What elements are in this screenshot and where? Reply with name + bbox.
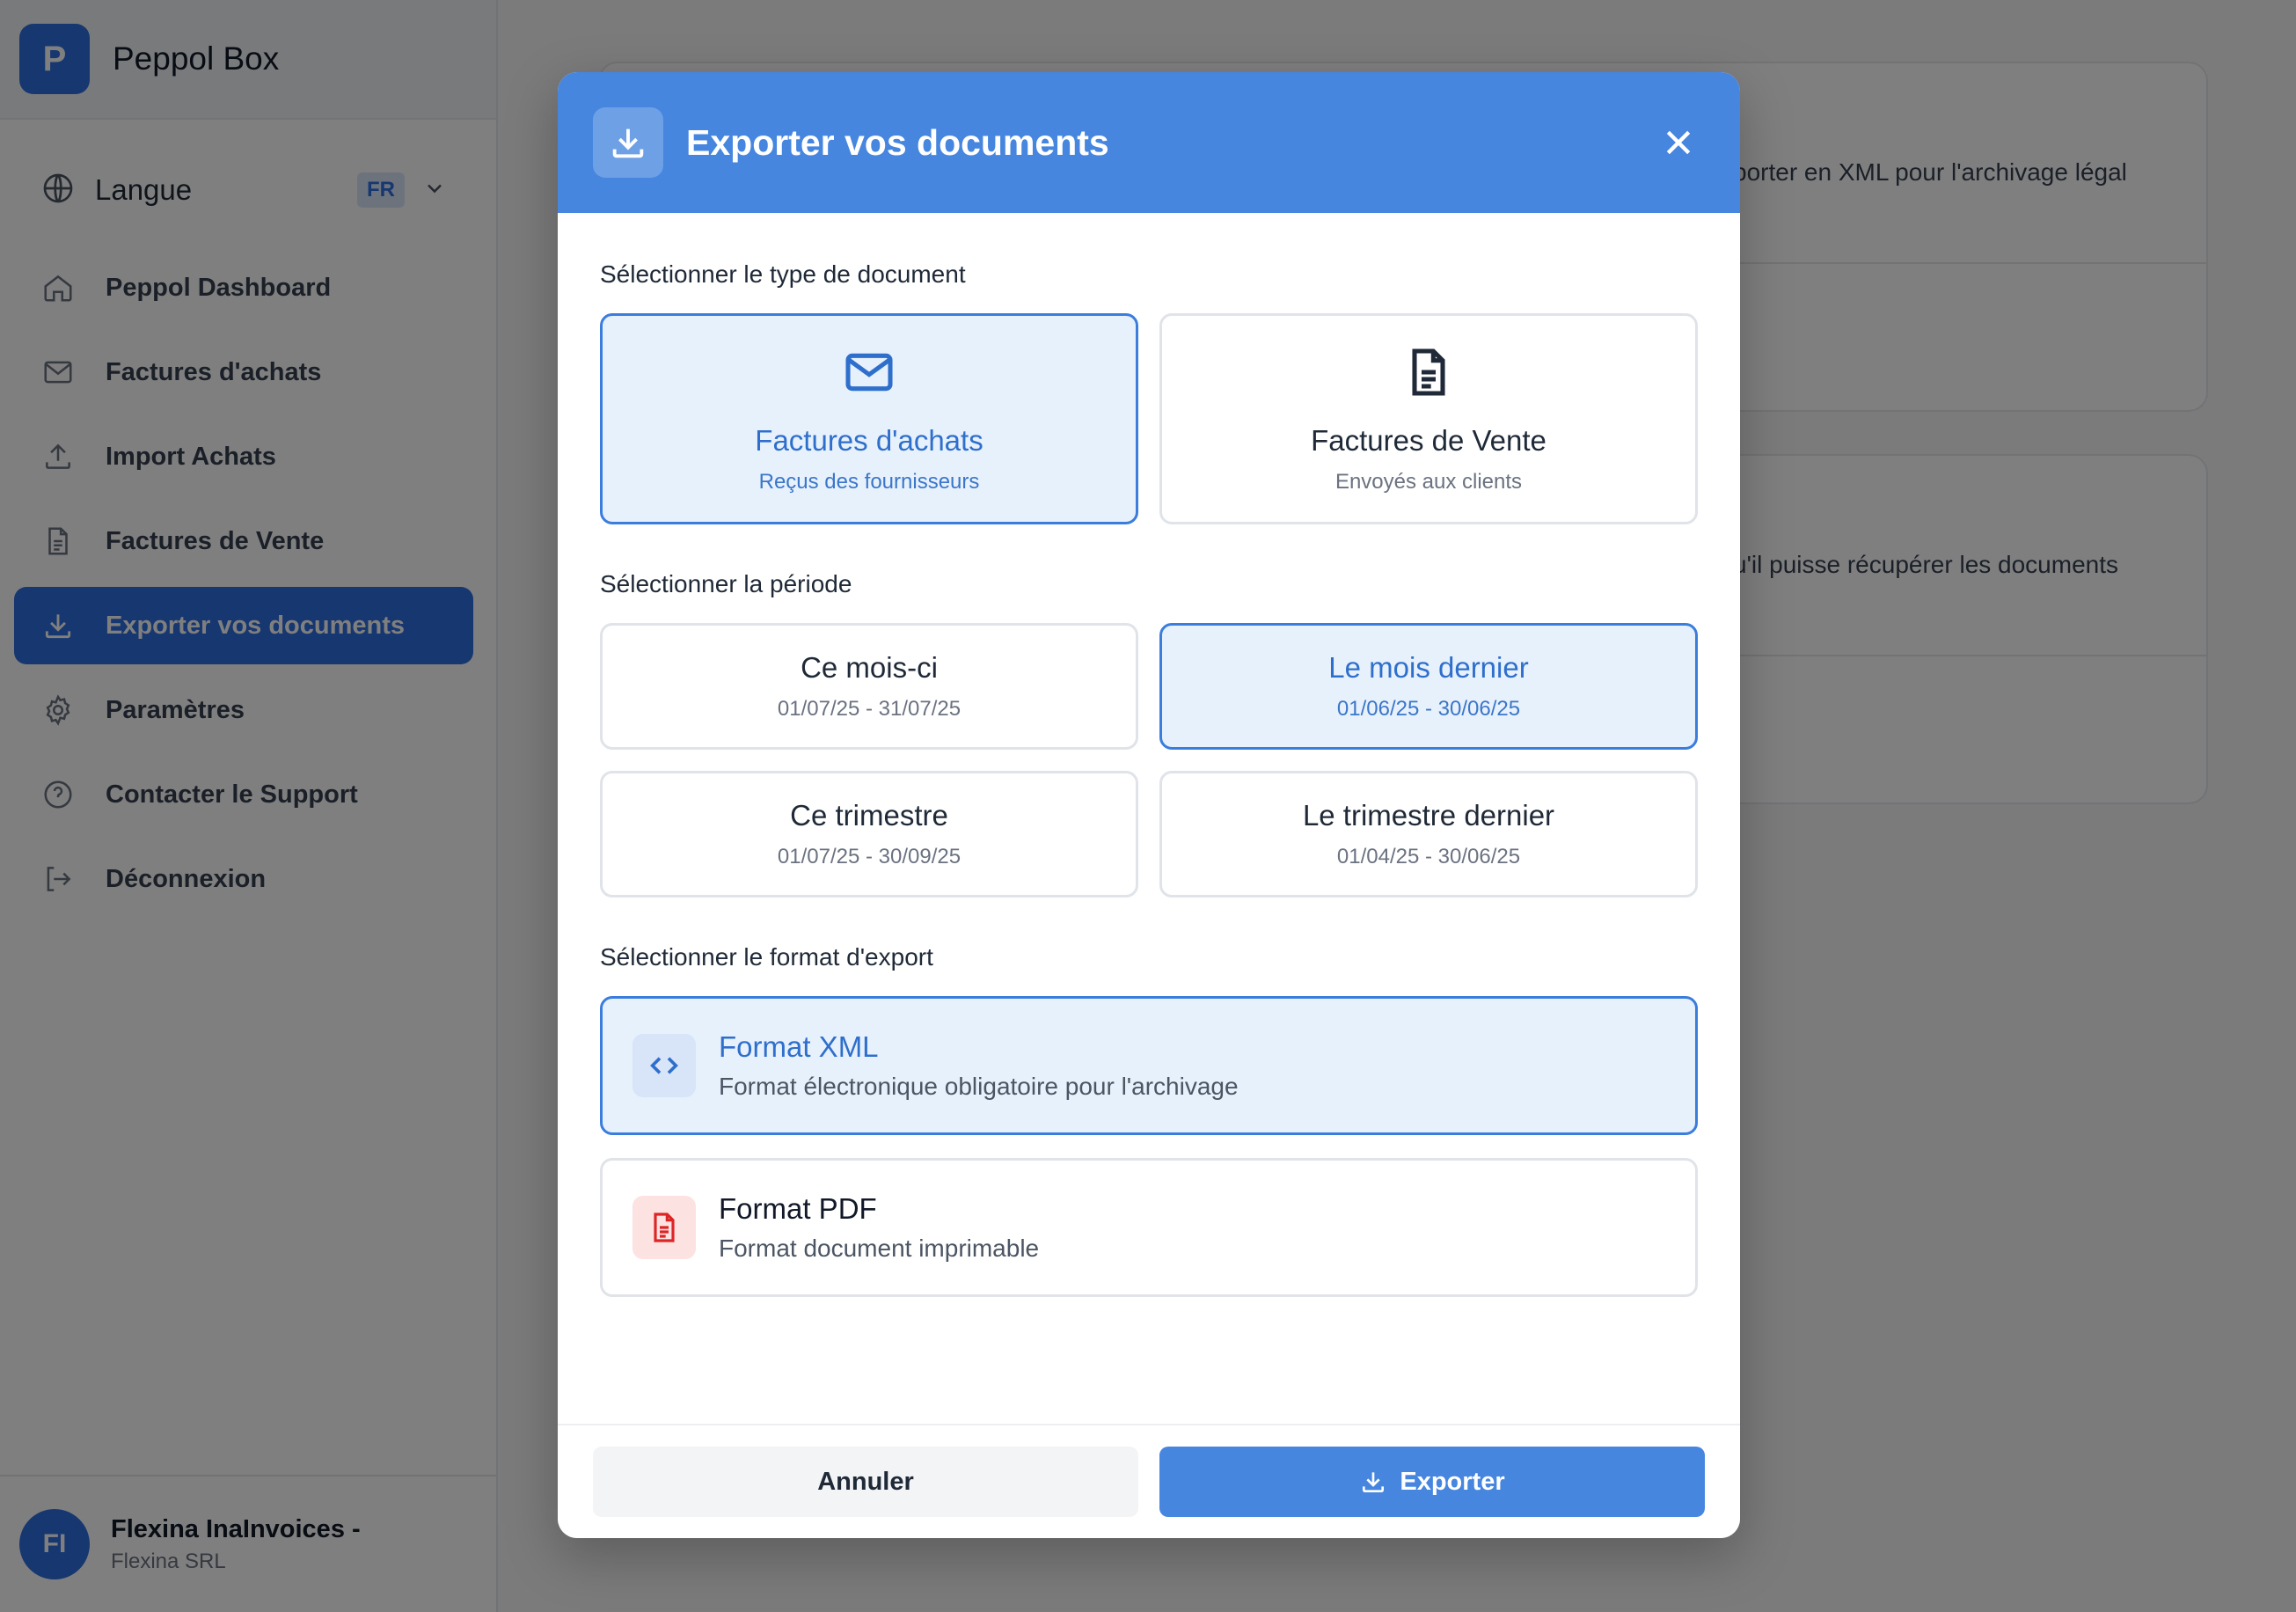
option-subtitle: Reçus des fournisseurs: [758, 469, 980, 494]
format-xml[interactable]: Format XML Format électronique obligatoi…: [600, 996, 1698, 1135]
format-pdf[interactable]: Format PDF Format document imprimable: [600, 1158, 1698, 1297]
option-date-range: 01/07/25 - 30/09/25: [777, 845, 962, 868]
option-title: Factures d'achats: [755, 423, 983, 457]
pdf-file-icon: [632, 1196, 696, 1259]
period-this-month[interactable]: Ce mois-ci 01/07/25 - 31/07/25: [600, 623, 1138, 750]
export-button-label: Exporter: [1400, 1467, 1505, 1496]
option-date-range: 01/07/25 - 31/07/25: [777, 697, 962, 721]
close-button[interactable]: [1659, 123, 1698, 162]
download-icon: [593, 107, 663, 178]
format-title: Format XML: [719, 1030, 879, 1063]
modal-header: Exporter vos documents: [558, 72, 1740, 213]
period-label: Sélectionner la période: [600, 570, 852, 597]
format-description: Format électronique obligatoire pour l'a…: [719, 1073, 1239, 1100]
period-last-month[interactable]: Le mois dernier 01/06/25 - 30/06/25: [1159, 623, 1698, 750]
option-date-range: 01/06/25 - 30/06/25: [1336, 697, 1521, 721]
modal-footer: Annuler Exporter: [558, 1424, 1740, 1538]
export-modal: Exporter vos documents Sélectionner le t…: [558, 72, 1740, 1538]
option-title: Ce trimestre: [790, 799, 948, 832]
doc-type-label: Sélectionner le type de document: [600, 260, 966, 288]
period-this-quarter[interactable]: Ce trimestre 01/07/25 - 30/09/25: [600, 771, 1138, 898]
format-text: Format PDF Format document imprimable: [719, 1192, 1039, 1263]
cancel-button-label: Annuler: [817, 1467, 914, 1496]
doc-type-purchase-invoices[interactable]: Factures d'achats Reçus des fournisseurs: [600, 313, 1138, 524]
option-title: Le trimestre dernier: [1302, 799, 1555, 832]
document-icon: [1400, 344, 1457, 405]
download-icon: [1359, 1468, 1387, 1496]
option-title: Ce mois-ci: [801, 651, 938, 684]
option-title: Le mois dernier: [1328, 651, 1529, 684]
modal-title: Exporter vos documents: [686, 121, 1109, 163]
option-date-range: 01/04/25 - 30/06/25: [1336, 845, 1521, 868]
doc-type-sales-invoices[interactable]: Factures de Vente Envoyés aux clients: [1159, 313, 1698, 524]
format-description: Format document imprimable: [719, 1235, 1040, 1262]
format-label: Sélectionner le format d'export: [600, 943, 933, 971]
format-text: Format XML Format électronique obligatoi…: [719, 1030, 1239, 1101]
mail-icon: [841, 344, 897, 405]
format-title: Format PDF: [719, 1192, 877, 1225]
option-title: Factures de Vente: [1311, 423, 1547, 457]
period-last-quarter[interactable]: Le trimestre dernier 01/04/25 - 30/06/25: [1159, 771, 1698, 898]
export-button[interactable]: Exporter: [1159, 1447, 1705, 1517]
option-subtitle: Envoyés aux clients: [1334, 469, 1523, 494]
cancel-button[interactable]: Annuler: [593, 1447, 1138, 1517]
code-icon: [632, 1034, 696, 1097]
close-icon: [1666, 130, 1691, 155]
